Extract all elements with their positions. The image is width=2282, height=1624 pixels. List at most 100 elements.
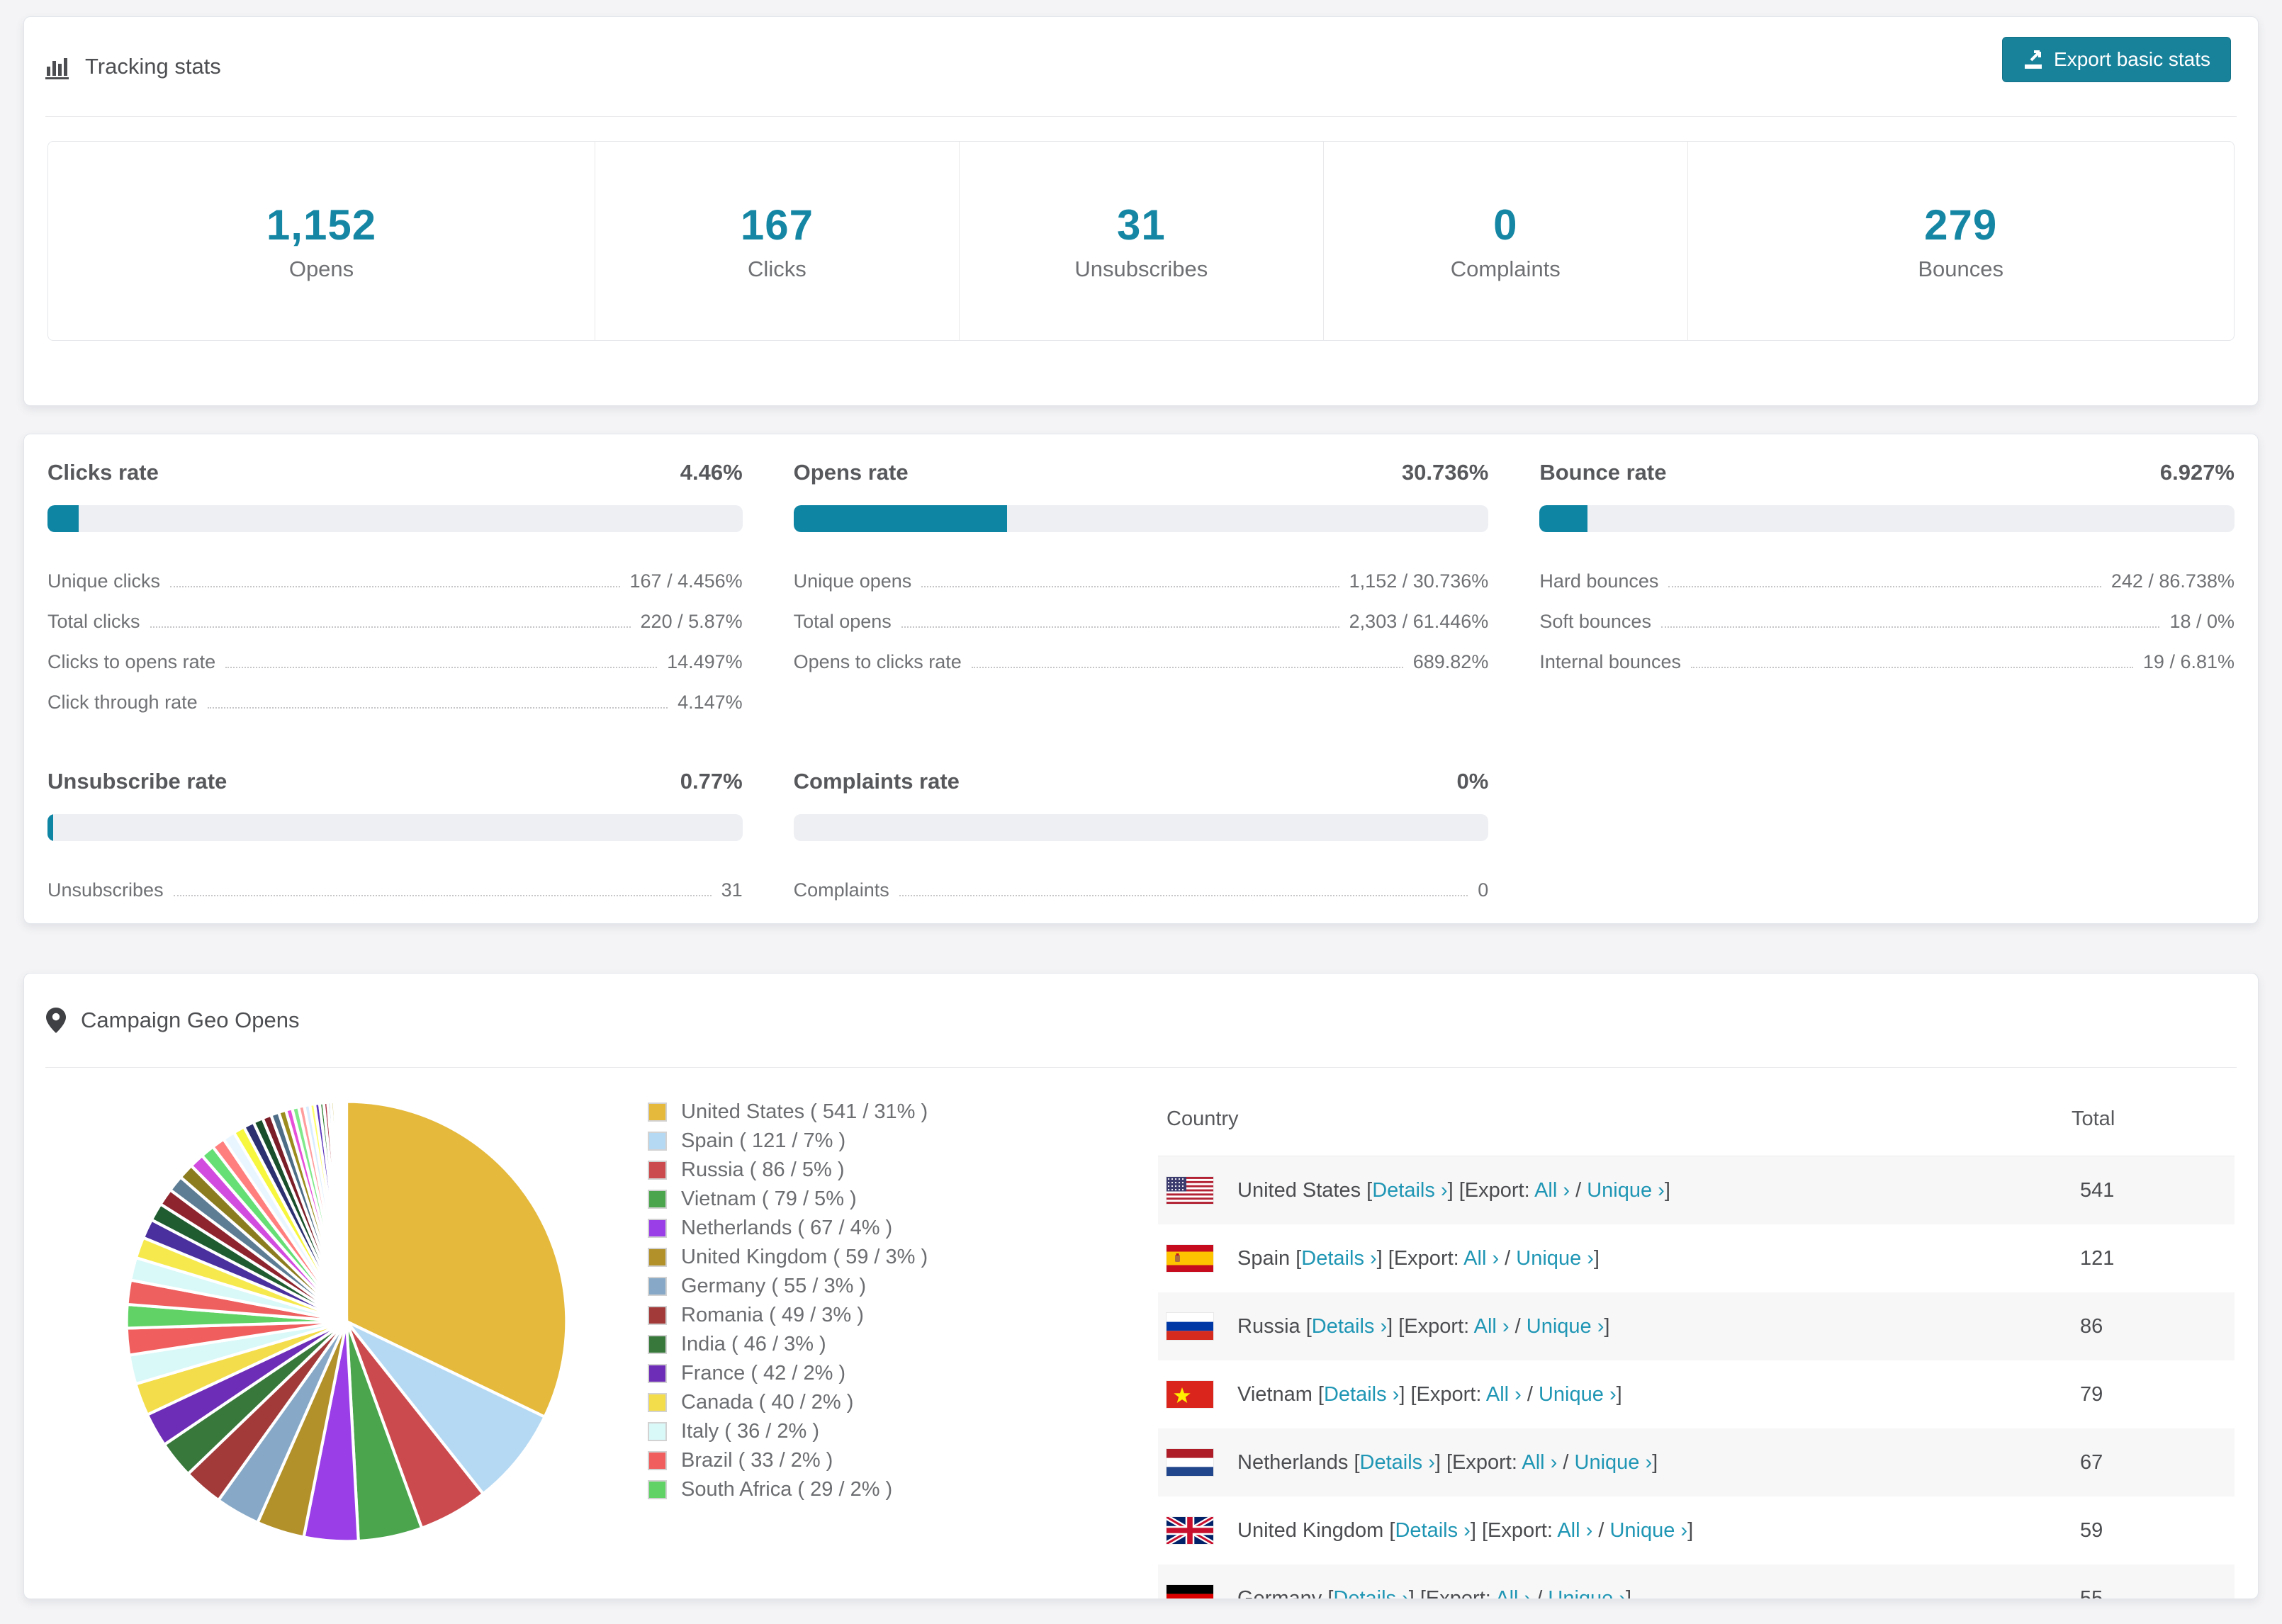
export-all-link[interactable]: All › bbox=[1557, 1519, 1592, 1542]
stat-cell-clicks: 167 Clicks bbox=[595, 142, 959, 340]
export-all-link[interactable]: All › bbox=[1463, 1247, 1499, 1270]
rate-section-opens-rate: Opens rate 30.736% Unique opens 1,152 / 30.… bbox=[793, 460, 1489, 714]
country-name: Russia bbox=[1237, 1314, 1306, 1338]
legend-label: Romania ( 49 / 3% ) bbox=[681, 1304, 864, 1326]
legend-item: India ( 46 / 3% ) bbox=[648, 1330, 1158, 1359]
details-link[interactable]: Details › bbox=[1324, 1383, 1399, 1406]
geo-table-col-total: Total bbox=[2072, 1082, 2235, 1156]
rate-detail-row: Unsubscribes 31 bbox=[47, 861, 743, 901]
tracking-stats-header: Tracking stats Export basic stats bbox=[45, 17, 2237, 117]
slash: / bbox=[1570, 1178, 1587, 1202]
rate-value: 0% bbox=[1456, 769, 1489, 794]
country-total: 86 bbox=[2080, 1314, 2103, 1338]
legend-color-swatch bbox=[648, 1393, 667, 1412]
rate-detail-value: 242 / 86.738% bbox=[2110, 570, 2235, 592]
country-cell-text: Russia [Details ›] [Export: All › / Uniq… bbox=[1237, 1315, 1609, 1338]
legend-color-swatch bbox=[648, 1364, 667, 1383]
rate-detail-value: 220 / 5.87% bbox=[640, 611, 743, 632]
export-all-link[interactable]: All › bbox=[1495, 1587, 1531, 1599]
bracket: ] bbox=[1447, 1178, 1459, 1202]
details-link[interactable]: Details › bbox=[1360, 1451, 1435, 1474]
export-icon bbox=[2025, 50, 2042, 69]
legend-label: Italy ( 36 / 2% ) bbox=[681, 1420, 820, 1443]
stat-label: Bounces bbox=[1918, 256, 2003, 281]
export-unique-link[interactable]: Unique › bbox=[1587, 1179, 1665, 1202]
legend-item: United States ( 541 / 31% ) bbox=[648, 1098, 1158, 1127]
rate-progress-bar bbox=[793, 814, 1489, 841]
rate-value: 30.736% bbox=[1401, 460, 1489, 485]
page-title: Tracking stats bbox=[45, 54, 221, 79]
rate-detail-label: Complaints bbox=[793, 879, 889, 901]
rate-detail-row: Hard bounces 242 / 86.738% bbox=[1539, 552, 2235, 592]
export-all-link[interactable]: All › bbox=[1486, 1383, 1522, 1406]
page-title-text: Tracking stats bbox=[85, 54, 221, 79]
details-link[interactable]: Details › bbox=[1372, 1179, 1447, 1202]
export-all-link[interactable]: All › bbox=[1522, 1451, 1557, 1474]
bracket: [ bbox=[1354, 1450, 1360, 1474]
geo-opens-title: Campaign Geo Opens bbox=[45, 1007, 299, 1034]
rate-detail-row: Complaints 0 bbox=[794, 861, 1489, 901]
bracket: ] bbox=[1664, 1178, 1670, 1202]
geo-table-row: United Kingdom [Details ›] [Export: All … bbox=[1158, 1496, 2235, 1564]
legend-label: Canada ( 40 / 2% ) bbox=[681, 1391, 854, 1414]
rate-section-complaints-rate: Complaints rate 0% Complaints 0 bbox=[793, 769, 1489, 901]
export-unique-link[interactable]: Unique › bbox=[1548, 1587, 1626, 1599]
rate-title: Bounce rate bbox=[1539, 460, 1667, 485]
rate-detail-label: Total clicks bbox=[47, 611, 140, 632]
campaign-geo-opens-card: Campaign Geo Opens United States ( 541 /… bbox=[23, 973, 2259, 1599]
dotted-leader bbox=[1690, 667, 2133, 668]
export-unique-link[interactable]: Unique › bbox=[1575, 1451, 1653, 1474]
pie-slice[interactable] bbox=[344, 1100, 349, 1324]
stat-cell-unsubscribes: 31 Unsubscribes bbox=[958, 142, 1323, 340]
rate-detail-row: Total opens 2,303 / 61.446% bbox=[794, 592, 1489, 633]
details-link[interactable]: Details › bbox=[1395, 1519, 1470, 1542]
rate-detail-row: Internal bounces 19 / 6.81% bbox=[1539, 633, 2235, 673]
rate-section-bounce-rate: Bounce rate 6.927% Hard bounces 242 / 86.73… bbox=[1539, 460, 2235, 714]
bracket: ] bbox=[1652, 1450, 1658, 1474]
country-name: Netherlands bbox=[1237, 1450, 1354, 1474]
export-unique-link[interactable]: Unique › bbox=[1539, 1383, 1617, 1406]
country-total: 55 bbox=[2080, 1586, 2103, 1599]
bracket: ] bbox=[1616, 1382, 1622, 1406]
legend-item: Netherlands ( 67 / 4% ) bbox=[648, 1214, 1158, 1243]
rate-detail-label: Total opens bbox=[793, 611, 892, 632]
stat-value: 279 bbox=[1924, 201, 1998, 249]
export-all-link[interactable]: All › bbox=[1534, 1179, 1570, 1202]
export-prefix: [Export: bbox=[1410, 1382, 1486, 1406]
legend-item: Italy ( 36 / 2% ) bbox=[648, 1417, 1158, 1446]
country-cell-text: Vietnam [Details ›] [Export: All › / Uni… bbox=[1237, 1383, 1622, 1406]
rate-detail-label: Unique opens bbox=[793, 570, 912, 592]
rate-progress-fill bbox=[1539, 505, 1588, 532]
rate-detail-value: 4.147% bbox=[678, 692, 743, 713]
legend-item: South Africa ( 29 / 2% ) bbox=[648, 1475, 1158, 1504]
export-basic-stats-button[interactable]: Export basic stats bbox=[2002, 37, 2231, 82]
details-link[interactable]: Details › bbox=[1301, 1247, 1376, 1270]
flag-icon-nl bbox=[1167, 1449, 1213, 1476]
rate-detail-value: 31 bbox=[721, 879, 743, 901]
legend-item: United Kingdom ( 59 / 3% ) bbox=[648, 1243, 1158, 1272]
export-all-link[interactable]: All › bbox=[1474, 1315, 1510, 1338]
pie-chart[interactable] bbox=[120, 1095, 573, 1548]
legend-item: Germany ( 55 / 3% ) bbox=[648, 1272, 1158, 1301]
details-link[interactable]: Details › bbox=[1333, 1587, 1408, 1599]
export-unique-link[interactable]: Unique › bbox=[1609, 1519, 1687, 1542]
export-unique-link[interactable]: Unique › bbox=[1516, 1247, 1594, 1270]
geo-opens-title-text: Campaign Geo Opens bbox=[81, 1008, 300, 1032]
rate-title: Opens rate bbox=[793, 460, 909, 485]
country-cell-text: Netherlands [Details ›] [Export: All › /… bbox=[1237, 1451, 1658, 1474]
legend-color-swatch bbox=[648, 1103, 667, 1122]
details-link[interactable]: Details › bbox=[1312, 1315, 1387, 1338]
country-cell-text: Germany [Details ›] [Export: All › / Uni… bbox=[1237, 1587, 1631, 1599]
export-unique-link[interactable]: Unique › bbox=[1527, 1315, 1604, 1338]
slash: / bbox=[1592, 1518, 1610, 1542]
stat-label: Opens bbox=[288, 256, 354, 281]
legend-item: Brazil ( 33 / 2% ) bbox=[648, 1446, 1158, 1475]
legend-color-swatch bbox=[648, 1248, 667, 1267]
bracket: [ bbox=[1305, 1314, 1312, 1338]
rate-title: Unsubscribe rate bbox=[47, 769, 227, 794]
legend-color-swatch bbox=[648, 1132, 667, 1151]
country-cell-text: United Kingdom [Details ›] [Export: All … bbox=[1237, 1519, 1693, 1543]
dotted-leader bbox=[1660, 626, 2160, 628]
rate-detail-row: Opens to clicks rate 689.82% bbox=[794, 633, 1489, 673]
pie-legend: United States ( 541 / 31% ) Spain ( 121 /… bbox=[648, 1082, 1158, 1598]
